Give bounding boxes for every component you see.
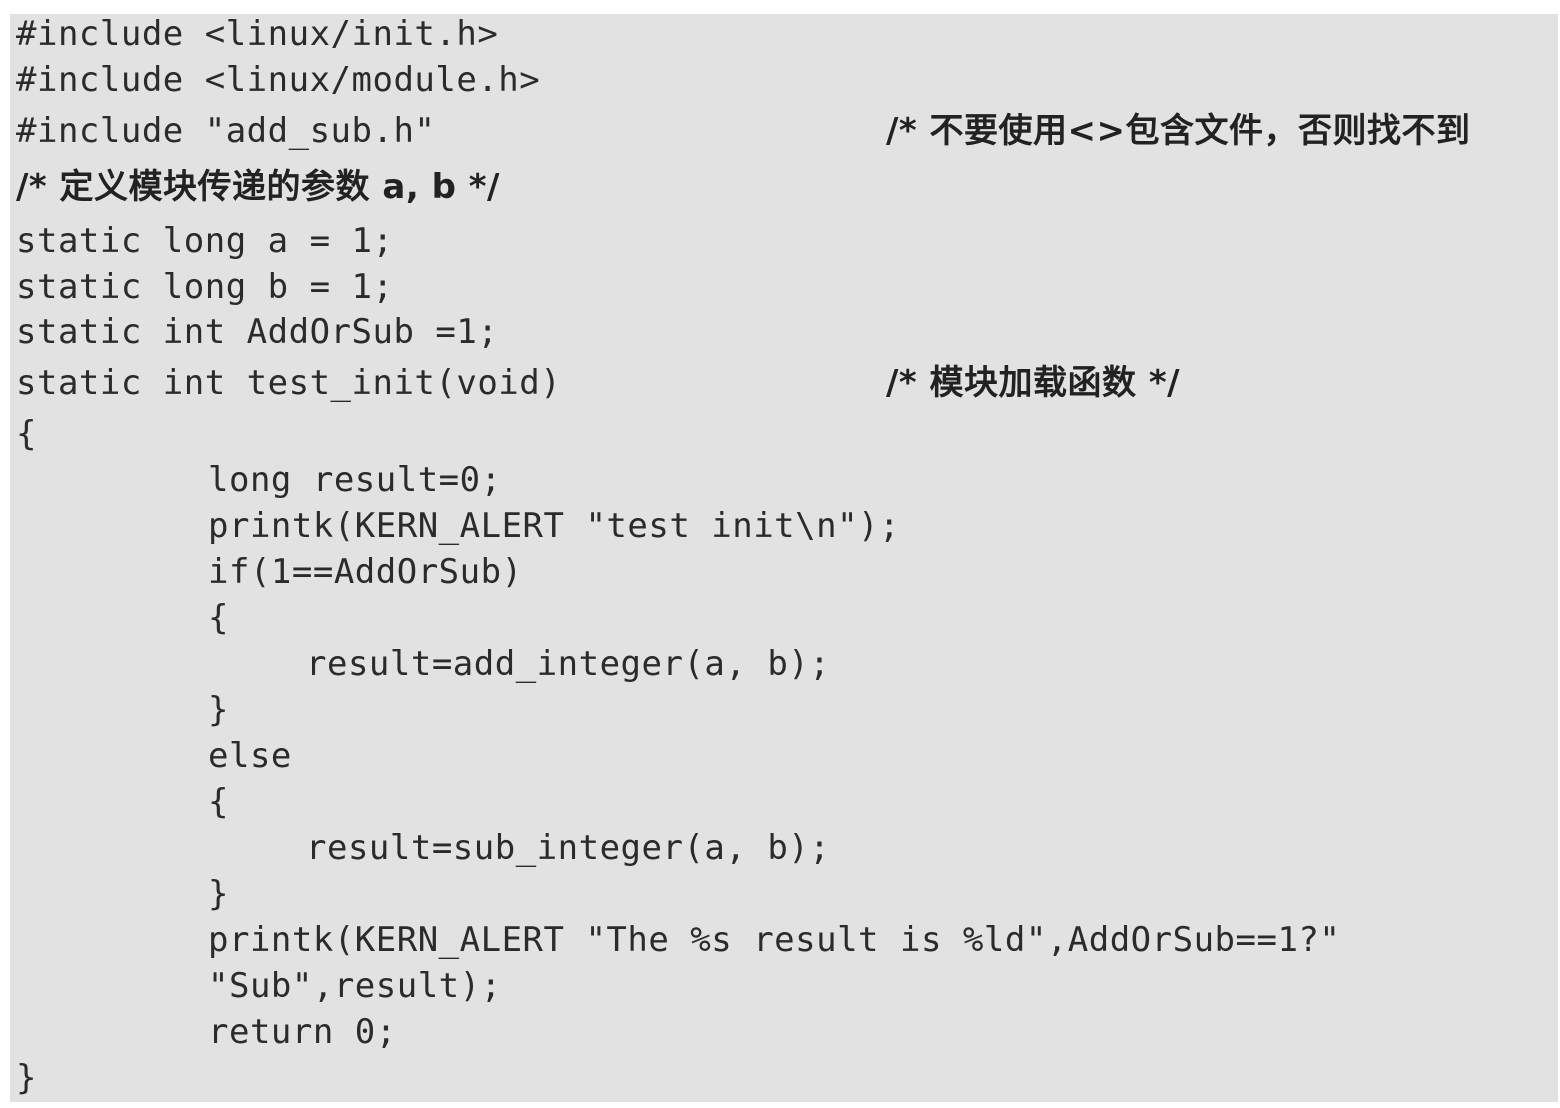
code-line-5: static long a = 1;	[16, 221, 394, 261]
code-line-19: }	[208, 874, 229, 914]
code-line-21: "Sub",result);	[208, 966, 502, 1006]
code-line-20: printk(KERN_ALERT "The %s result is %ld"…	[208, 920, 1341, 960]
code-line-22: return 0;	[208, 1012, 397, 1052]
code-comment-init-func: /* 模块加载函数 */	[886, 363, 1181, 403]
code-line-12: if(1==AddOrSub)	[208, 552, 523, 592]
code-line-9: {	[16, 414, 37, 454]
code-line-6: static long b = 1;	[16, 267, 394, 307]
code-line-7: static int AddOrSub =1;	[16, 312, 499, 352]
code-line-18: result=sub_integer(a, b);	[306, 828, 831, 868]
code-line-13: {	[208, 598, 229, 638]
code-comment-include-note: /* 不要使用<>包含文件，否则找不到	[886, 111, 1471, 151]
code-line-14: result=add_integer(a, b);	[306, 644, 831, 684]
code-line-1: #include <linux/init.h>	[16, 14, 499, 54]
code-line-2: #include <linux/module.h>	[16, 60, 541, 100]
code-line-15: }	[208, 690, 229, 730]
code-comment-params: /* 定义模块传递的参数 a, b */	[16, 167, 500, 207]
code-line-3: #include "add_sub.h"	[16, 111, 436, 151]
code-line-11: printk(KERN_ALERT "test init\n");	[208, 506, 901, 546]
code-line-17: {	[208, 782, 229, 822]
code-line-10: long result=0;	[208, 460, 502, 500]
code-line-23: }	[16, 1058, 37, 1098]
code-line-8: static int test_init(void)	[16, 363, 562, 403]
code-line-16: else	[208, 736, 292, 776]
